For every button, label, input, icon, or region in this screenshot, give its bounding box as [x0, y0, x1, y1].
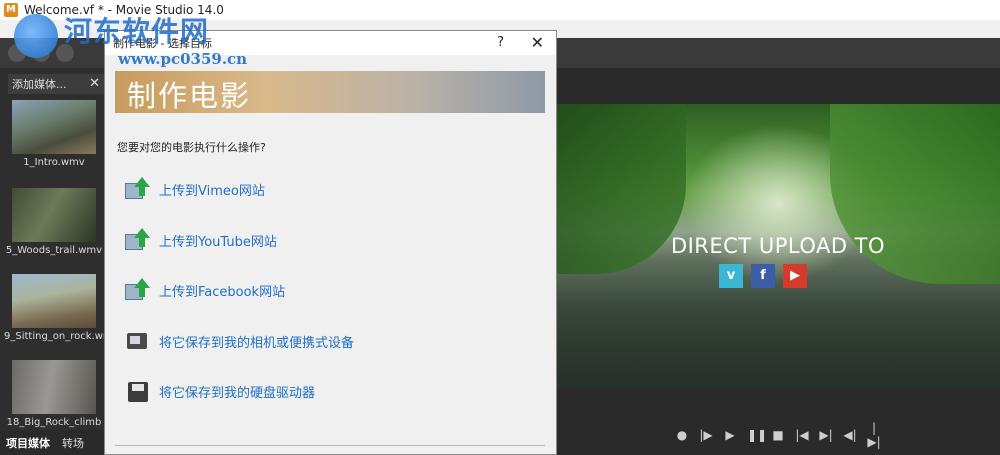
stop-button[interactable]: ■ [771, 428, 785, 442]
add-media-label: 添加媒体... [12, 78, 67, 91]
make-movie-dialog: 制作电影 - 选择目标 ? ✕ 制作电影 您要对您的电影执行什么操作? 上传到V… [104, 30, 557, 455]
device-icon [125, 329, 151, 353]
close-icon[interactable]: ✕ [89, 76, 100, 91]
tab-transitions[interactable]: 转场 [56, 435, 90, 451]
option-label: 将它保存到我的硬盘驱动器 [159, 385, 316, 401]
transport-controls: ● |▶ ▶ ❚❚ ■ |◀ ▶| ◀| |▶| [556, 421, 1000, 449]
option-label: 上传到Vimeo网站 [159, 183, 265, 199]
media-thumbnail [12, 360, 96, 414]
record-button[interactable]: ● [675, 428, 689, 442]
add-media-tab[interactable]: 添加媒体... ✕ [8, 74, 104, 94]
media-item[interactable]: 1_Intro.wmv [4, 100, 104, 168]
media-item-label: 9_Sitting_on_rock.wmv [4, 331, 119, 342]
upload-icon [125, 177, 151, 201]
panel-tab-strip: 项目媒体 转场 [0, 430, 104, 455]
media-item-label: 18_Big_Rock_climb [6, 417, 102, 428]
disk-icon [125, 379, 151, 403]
play-from-start-button[interactable]: |▶ [699, 428, 713, 442]
go-to-end-button[interactable]: ▶| [819, 428, 833, 442]
video-preview: DIRECT UPLOAD TO v f ▶ [556, 104, 1000, 388]
option-upload-youtube[interactable]: 上传到YouTube网站 [125, 228, 277, 252]
upload-icon [125, 278, 151, 302]
watermark-url: www.pc0359.cn [118, 50, 248, 68]
watermark-logo-icon [14, 14, 58, 58]
option-label: 上传到YouTube网站 [159, 234, 277, 250]
vimeo-icon: v [719, 264, 743, 288]
help-button[interactable]: ? [497, 35, 504, 50]
banner-title: 制作电影 [127, 79, 252, 113]
media-item[interactable]: 5_Woods_trail.wmv [4, 188, 104, 256]
previous-frame-button[interactable]: ◀| [843, 428, 857, 442]
option-upload-facebook[interactable]: 上传到Facebook网站 [125, 278, 285, 302]
dialog-question: 您要对您的电影执行什么操作? [117, 141, 266, 154]
upload-icon [125, 228, 151, 252]
media-thumbnail [12, 100, 96, 154]
go-to-start-button[interactable]: |◀ [795, 428, 809, 442]
social-icons: v f ▶ [719, 264, 807, 288]
preview-overlay-text: DIRECT UPLOAD TO [670, 234, 886, 258]
app-logo-icon: M [4, 3, 18, 17]
option-save-harddrive[interactable]: 将它保存到我的硬盘驱动器 [125, 379, 315, 403]
play-button[interactable]: ▶ [723, 428, 737, 442]
dialog-banner: 制作电影 [115, 71, 545, 113]
app-window: M Welcome.vf * - Movie Studio 14.0 河东软件网… [0, 0, 1000, 455]
media-item-label: 5_Woods_trail.wmv [5, 245, 103, 256]
option-label: 上传到Facebook网站 [159, 284, 286, 300]
pause-button[interactable]: ❚❚ [747, 428, 767, 442]
next-frame-button[interactable]: |▶| [867, 421, 881, 449]
option-label: 将它保存到我的相机或便携式设备 [159, 335, 355, 351]
option-upload-vimeo[interactable]: 上传到Vimeo网站 [125, 177, 265, 201]
youtube-icon: ▶ [783, 264, 807, 288]
tab-project-media[interactable]: 项目媒体 [0, 435, 56, 451]
media-thumbnail [12, 274, 96, 328]
media-item-label: 1_Intro.wmv [23, 157, 85, 168]
close-button[interactable]: ✕ [531, 33, 544, 52]
watermark-name: 河东软件网 [64, 15, 210, 48]
media-item[interactable]: 18_Big_Rock_climb [4, 360, 104, 428]
option-save-device[interactable]: 将它保存到我的相机或便携式设备 [125, 329, 354, 353]
media-thumbnail [12, 188, 96, 242]
project-media-panel: 添加媒体... ✕ 1_Intro.wmv 5_Woods_trail.wmv … [0, 68, 119, 455]
dialog-divider [115, 445, 545, 446]
media-item[interactable]: 9_Sitting_on_rock.wmv [4, 274, 119, 342]
facebook-icon: f [751, 264, 775, 288]
